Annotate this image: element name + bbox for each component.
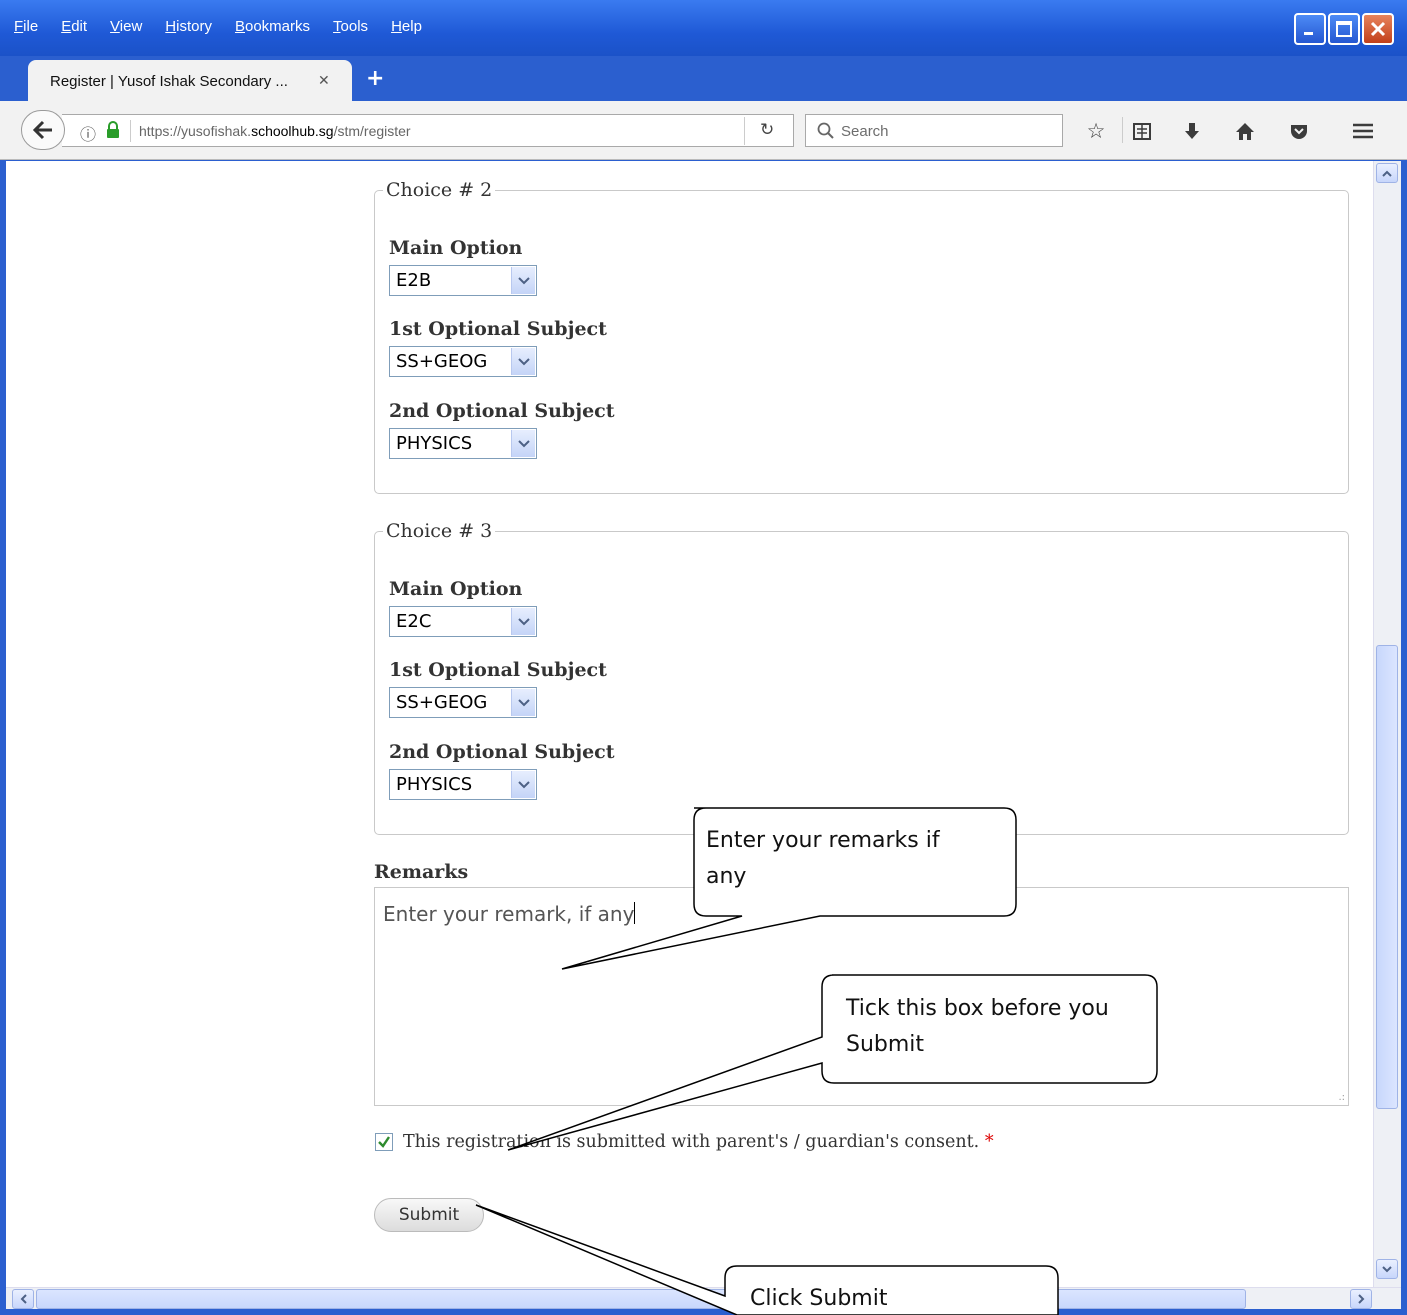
reload-icon[interactable]: ↻ [760,120,774,140]
submit-button[interactable]: Submit [374,1198,484,1232]
choice-2-legend: Choice # 2 [383,179,496,201]
choice-2-first-optional-select[interactable]: SS+GEOG [389,346,537,377]
search-bar[interactable]: Search [805,114,1063,147]
select-value: SS+GEOG [396,351,488,372]
url-bar[interactable]: ⓘ https://yusofishak.schoolhub.sg/stm/re… [62,114,794,147]
back-arrow-icon [32,120,52,140]
home-icon[interactable] [1233,119,1257,143]
second-optional-subject-label: 2nd Optional Subject [389,741,615,763]
reload-separator [744,117,745,145]
chevron-down-icon [511,771,535,798]
select-value: SS+GEOG [396,692,488,713]
first-optional-subject-label: 1st Optional Subject [389,659,607,681]
bookmark-star-icon[interactable]: ☆ [1084,119,1108,143]
menu-view[interactable]: View [110,18,142,35]
checkmark-icon [378,1136,390,1148]
menu-bookmarks[interactable]: Bookmarks [235,18,310,35]
resize-grip-icon[interactable]: .: [1338,1092,1345,1103]
search-placeholder: Search [841,123,889,140]
choice-2-fieldset: Choice # 2 Main Option E2B 1st Optional … [374,179,1349,494]
toolbar-separator [1122,117,1123,143]
page-viewport: Choice # 2 Main Option E2B 1st Optional … [6,161,1373,1287]
chevron-left-icon [20,1294,27,1304]
close-window-button[interactable] [1362,13,1394,45]
lock-icon [106,121,120,143]
select-value: E2C [396,611,432,632]
scroll-up-button[interactable] [1376,163,1398,183]
main-option-label: Main Option [389,578,523,600]
maximize-icon [1336,21,1352,37]
tick-callout-text: Tick this box before you Submit [846,996,1109,1057]
chevron-down-icon [511,348,535,375]
first-optional-subject-label: 1st Optional Subject [389,318,607,340]
select-value: E2B [396,270,432,291]
menu-help[interactable]: Help [391,18,422,35]
reading-list-icon[interactable] [1130,119,1154,143]
required-asterisk: * [984,1132,994,1152]
back-button[interactable] [21,110,65,150]
remarks-label: Remarks [374,861,469,883]
choice-3-second-optional-select[interactable]: PHYSICS [389,769,537,800]
submit-callout-text: Click Submit [750,1286,888,1311]
navigation-bar: ⓘ https://yusofishak.schoolhub.sg/stm/re… [0,101,1407,160]
download-icon[interactable] [1180,119,1204,143]
menu-file[interactable]: File [14,18,38,35]
consent-checkbox[interactable] [375,1133,393,1151]
choice-3-fieldset: Choice # 3 Main Option E2C 1st Optional … [374,520,1349,835]
horizontal-scrollbar[interactable] [6,1287,1401,1309]
menu-tools[interactable]: Tools [333,18,368,35]
choice-3-first-optional-select[interactable]: SS+GEOG [389,687,537,718]
select-value: PHYSICS [396,433,473,454]
scroll-left-button[interactable] [12,1289,34,1309]
choice-2-main-option-select[interactable]: E2B [389,265,537,296]
info-icon[interactable]: ⓘ [80,121,96,145]
hamburger-menu-icon[interactable] [1351,119,1375,143]
window-titlebar: File Edit View History Bookmarks Tools H… [0,0,1407,56]
tab-close-icon[interactable]: ✕ [318,73,330,89]
chevron-down-icon [511,430,535,457]
scroll-down-button[interactable] [1376,1259,1398,1279]
choice-3-main-option-select[interactable]: E2C [389,606,537,637]
minimize-icon [1304,32,1313,35]
search-icon [817,122,835,144]
chevron-up-icon [1382,170,1392,177]
url-separator [130,120,131,142]
new-tab-icon[interactable]: + [366,66,384,91]
remarks-text: Enter your remark, if any [383,902,635,926]
tab-register[interactable]: Register | Yusof Ishak Secondary ... ✕ [28,60,352,101]
maximize-button[interactable] [1328,13,1360,45]
main-option-label: Main Option [389,237,523,259]
menu-bar: File Edit View History Bookmarks Tools H… [14,18,445,35]
consent-label: This registration is submitted with pare… [403,1132,994,1152]
menu-edit[interactable]: Edit [61,18,87,35]
menu-history[interactable]: History [165,18,212,35]
url-text[interactable]: https://yusofishak.schoolhub.sg/stm/regi… [139,123,411,139]
select-value: PHYSICS [396,774,473,795]
tab-strip: Register | Yusof Ishak Secondary ... ✕ + [0,56,1407,101]
second-optional-subject-label: 2nd Optional Subject [389,400,615,422]
vertical-scroll-thumb[interactable] [1376,645,1398,1109]
chevron-down-icon [511,689,535,716]
horizontal-scroll-thumb[interactable] [36,1289,1246,1309]
minimize-button[interactable] [1294,13,1326,45]
choice-3-legend: Choice # 3 [383,520,496,542]
vertical-scrollbar[interactable] [1373,161,1401,1287]
remarks-callout-text: Enter your remarks if any [706,828,940,889]
close-icon [1370,21,1386,37]
tab-title: Register | Yusof Ishak Secondary ... [50,73,288,90]
chevron-right-icon [1357,1294,1364,1304]
scroll-right-button[interactable] [1350,1289,1372,1309]
chevron-down-icon [1382,1265,1392,1272]
chevron-down-icon [511,267,535,294]
chevron-down-icon [511,608,535,635]
pocket-icon[interactable] [1287,119,1311,143]
choice-2-second-optional-select[interactable]: PHYSICS [389,428,537,459]
